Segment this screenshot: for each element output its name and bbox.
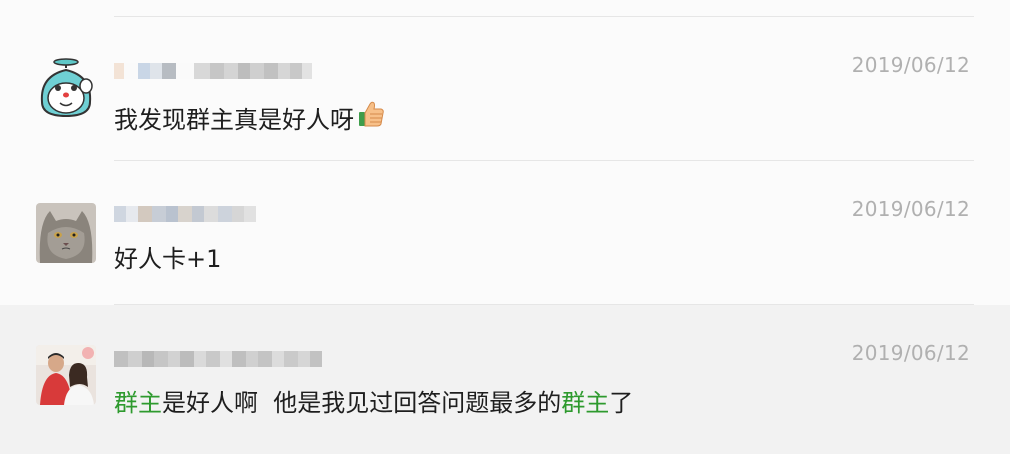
avatar[interactable] — [36, 203, 96, 263]
comment-item[interactable]: 2019/06/12 我发现群主真是好人呀 — [0, 17, 1010, 160]
comment-text-segment: 了 — [609, 389, 634, 417]
thumbs-up-icon — [356, 99, 386, 135]
comment-text: 群主 是好人啊 他是我见过回答问题最多的 群主 了 — [114, 383, 633, 418]
comment-item[interactable]: 2019/06/12 好人卡+1 — [0, 161, 1010, 304]
comment-text-content: 我发现群主真是好人呀 — [114, 105, 354, 134]
comment-text-segment: 是好人啊 他是我见过回答问题最多的 — [162, 389, 562, 417]
comment-date: 2019/06/12 — [851, 341, 970, 365]
cartoon-cat-avatar-icon — [40, 58, 93, 118]
comment-date: 2019/06/12 — [851, 197, 970, 221]
highlighted-keyword[interactable]: 群主 — [561, 383, 609, 418]
comment-text: 我发现群主真是好人呀 — [114, 99, 386, 135]
comment-text-content: 好人卡+1 — [114, 245, 222, 273]
couple-photo-avatar-icon — [36, 345, 96, 405]
username-blurred[interactable] — [114, 59, 312, 83]
comment-list: 2019/06/12 我发现群主真是好人呀 2019/06/12 好人卡+1 2… — [0, 0, 1010, 454]
comment-item[interactable]: 2019/06/12 群主 是好人啊 他是我见过回答问题最多的 群主 了 — [0, 305, 1010, 454]
username-blurred[interactable] — [114, 347, 322, 371]
username-blurred[interactable] — [114, 202, 256, 226]
comment-text: 好人卡+1 — [114, 239, 221, 274]
avatar[interactable] — [36, 58, 96, 118]
comment-date: 2019/06/12 — [851, 53, 970, 77]
highlighted-keyword[interactable]: 群主 — [114, 383, 162, 418]
avatar[interactable] — [36, 345, 96, 405]
cat-photo-avatar-icon — [36, 203, 96, 263]
